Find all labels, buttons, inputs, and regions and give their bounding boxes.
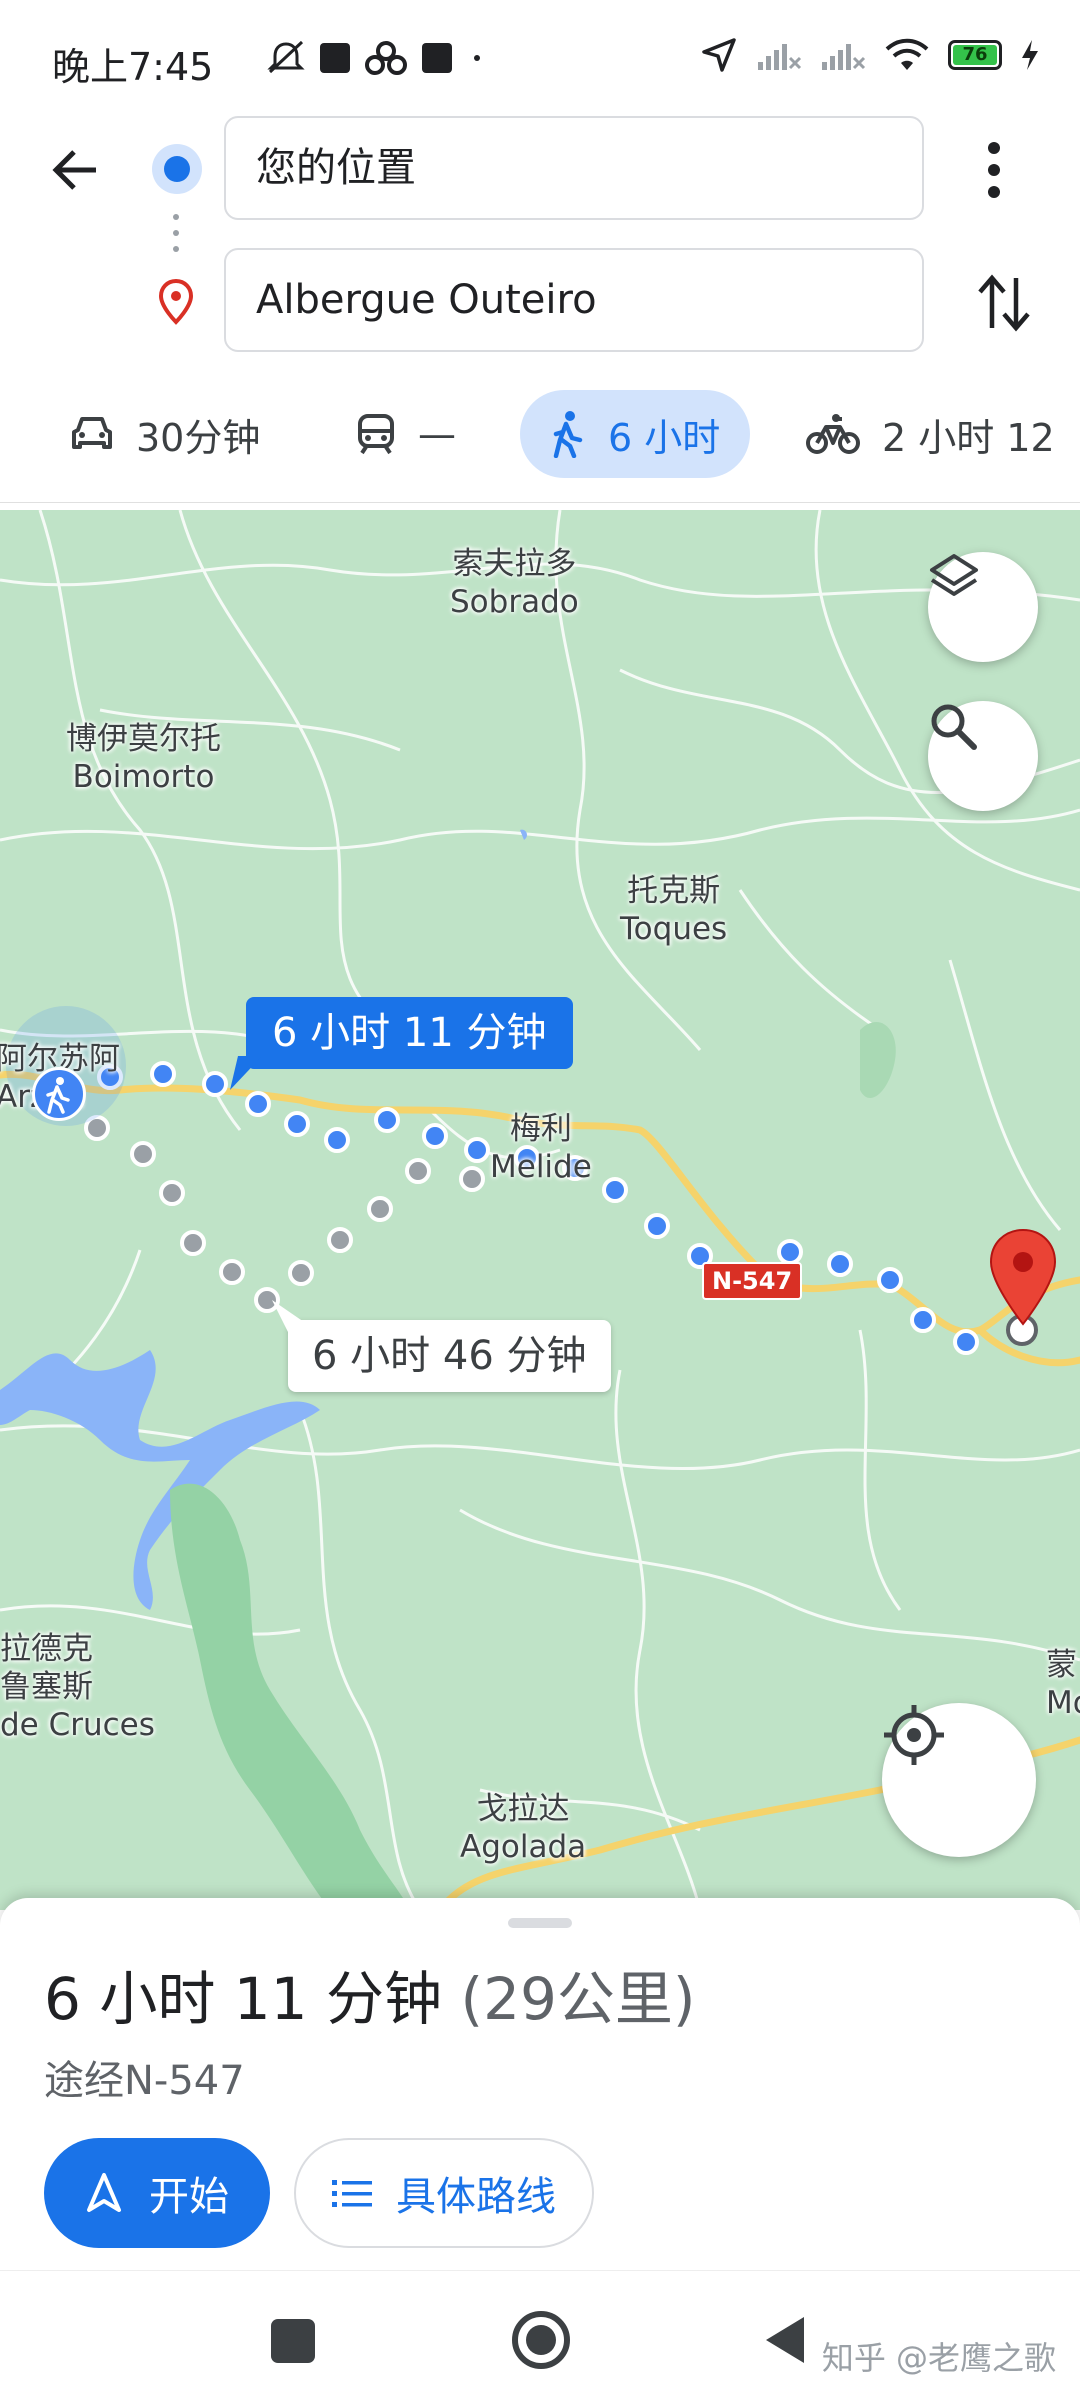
origin-dot-icon bbox=[152, 144, 202, 194]
status-bar: 晚上7:45 76 bbox=[0, 0, 1080, 120]
system-nav-bar: 知乎 @老鹰之歌 bbox=[0, 2270, 1080, 2401]
app-cluster-icon bbox=[365, 41, 407, 75]
destination-field[interactable]: Albergue Outeiro bbox=[224, 248, 924, 352]
route-steps-label: 具体路线 bbox=[396, 2174, 556, 2220]
place-boimorto-zh: 博伊莫尔托 bbox=[66, 721, 221, 757]
watermark: 知乎 @老鹰之歌 bbox=[821, 2339, 1056, 2377]
destination-pin-icon bbox=[158, 278, 194, 325]
route-duration-callout[interactable]: 6 小时 11 分钟 bbox=[246, 997, 573, 1069]
notification-square-icon bbox=[422, 43, 452, 73]
bike-icon bbox=[806, 414, 860, 454]
navigation-arrow-icon bbox=[87, 2173, 121, 2212]
tab-bike[interactable]: 2 小时 12 bbox=[806, 390, 1055, 478]
route-summary-title: 6 小时 11 分钟 (29公里) bbox=[44, 1952, 696, 2036]
place-de-cruces-en: de Cruces bbox=[0, 1707, 155, 1743]
place-boimorto: 博伊莫尔托 Boimorto bbox=[66, 720, 221, 796]
sheet-drag-handle[interactable] bbox=[508, 1918, 572, 1928]
recents-button[interactable] bbox=[271, 2319, 315, 2363]
place-agolada: 戈拉达 Agolada bbox=[460, 1790, 586, 1866]
start-label: 开始 bbox=[149, 2174, 229, 2220]
place-edge-right-zh: 蒙 bbox=[1046, 1647, 1077, 1683]
tab-drive-label: 30分钟 bbox=[136, 415, 261, 460]
signal-off-icon bbox=[758, 44, 802, 70]
place-agolada-zh: 戈拉达 bbox=[476, 1791, 570, 1827]
road-badge-n547: N-547 bbox=[702, 1262, 803, 1300]
back-arrow-icon[interactable] bbox=[48, 142, 104, 198]
list-icon bbox=[332, 2180, 372, 2207]
tab-walk[interactable]: 6 小时 bbox=[520, 390, 751, 478]
alt-callout-pointer bbox=[272, 1300, 304, 1332]
place-edge-right-en: Mo bbox=[1046, 1685, 1080, 1721]
route-steps-button[interactable]: 具体路线 bbox=[294, 2138, 594, 2248]
callout-pointer bbox=[230, 1056, 262, 1090]
notification-square-icon bbox=[320, 43, 350, 73]
place-de-cruces: 拉德克 鲁塞斯 de Cruces bbox=[0, 1630, 155, 1744]
mute-icon bbox=[267, 40, 305, 74]
back-button[interactable] bbox=[762, 2315, 808, 2365]
my-location-button[interactable] bbox=[882, 1703, 1036, 1857]
tab-drive[interactable]: 30分钟 bbox=[70, 390, 260, 478]
route-duration: 6 小时 11 分钟 bbox=[44, 1965, 443, 2033]
directions-header: 您的位置 Albergue Outeiro bbox=[0, 110, 1080, 360]
tab-transit[interactable]: — bbox=[356, 390, 456, 478]
walk-start-marker[interactable] bbox=[32, 1067, 86, 1121]
home-button[interactable] bbox=[510, 2309, 572, 2371]
origin-field[interactable]: 您的位置 bbox=[224, 116, 924, 220]
tab-bike-label: 2 小时 12 bbox=[882, 415, 1055, 460]
signal-off-icon bbox=[822, 44, 866, 70]
battery-icon: 76 bbox=[948, 40, 1002, 70]
train-icon bbox=[358, 414, 394, 455]
tab-walk-label: 6 小时 bbox=[608, 415, 721, 460]
search-along-route-button[interactable] bbox=[928, 701, 1038, 811]
place-toques-zh: 托克斯 bbox=[627, 873, 721, 909]
travel-mode-tabs: 30分钟 — 6 小时 2 小时 12 bbox=[0, 372, 1080, 503]
route-via: 途经N-547 bbox=[44, 2058, 245, 2104]
place-boimorto-en: Boimorto bbox=[72, 759, 215, 795]
place-edge-right: 蒙 Mo bbox=[1046, 1646, 1080, 1722]
place-sobrado-zh: 索夫拉多 bbox=[452, 546, 577, 582]
route-connector-dots bbox=[173, 214, 179, 262]
dot-icon bbox=[474, 55, 480, 61]
swap-icon[interactable] bbox=[976, 272, 1032, 334]
status-icons-right: 76 bbox=[700, 36, 1040, 74]
route-summary-sheet[interactable]: 6 小时 11 分钟 (29公里) 途经N-547 开始 具体路线 bbox=[0, 1898, 1080, 2270]
destination-pin-icon[interactable] bbox=[987, 1228, 1059, 1328]
place-sobrado-en: Sobrado bbox=[450, 584, 579, 620]
place-toques: 托克斯 Toques bbox=[620, 872, 727, 948]
layers-button[interactable] bbox=[928, 552, 1038, 662]
alt-route-duration-callout[interactable]: 6 小时 46 分钟 bbox=[288, 1320, 611, 1392]
place-de-cruces-zh2: 鲁塞斯 bbox=[0, 1669, 93, 1705]
tab-transit-label: — bbox=[418, 412, 456, 456]
place-melide-en: Melide bbox=[490, 1149, 592, 1185]
place-melide-zh: 梅利 bbox=[509, 1111, 572, 1147]
more-options-icon[interactable] bbox=[982, 140, 1006, 200]
walk-icon bbox=[46, 1077, 70, 1114]
place-de-cruces-zh: 拉德克 bbox=[0, 1631, 93, 1667]
walk-icon bbox=[553, 411, 583, 458]
start-navigation-button[interactable]: 开始 bbox=[44, 2138, 270, 2248]
place-agolada-en: Agolada bbox=[460, 1829, 587, 1865]
status-icons-left bbox=[266, 40, 480, 76]
battery-level: 76 bbox=[962, 44, 988, 65]
wifi-icon bbox=[885, 38, 929, 70]
search-icon bbox=[931, 704, 977, 750]
place-melide: 梅利 Melide bbox=[490, 1110, 592, 1186]
charging-icon bbox=[1022, 40, 1038, 70]
map-view[interactable]: 索夫拉多 Sobrado 博伊莫尔托 Boimorto 托克斯 Toques 阿… bbox=[0, 510, 1080, 1910]
status-time: 晚上7:45 bbox=[52, 45, 214, 89]
place-toques-en: Toques bbox=[620, 911, 728, 947]
car-icon bbox=[72, 417, 112, 449]
my-location-icon bbox=[884, 1705, 944, 1765]
route-distance: (29公里) bbox=[460, 1965, 696, 2033]
layers-icon bbox=[930, 554, 978, 596]
place-sobrado: 索夫拉多 Sobrado bbox=[450, 545, 579, 621]
location-arrow-icon bbox=[702, 38, 736, 72]
